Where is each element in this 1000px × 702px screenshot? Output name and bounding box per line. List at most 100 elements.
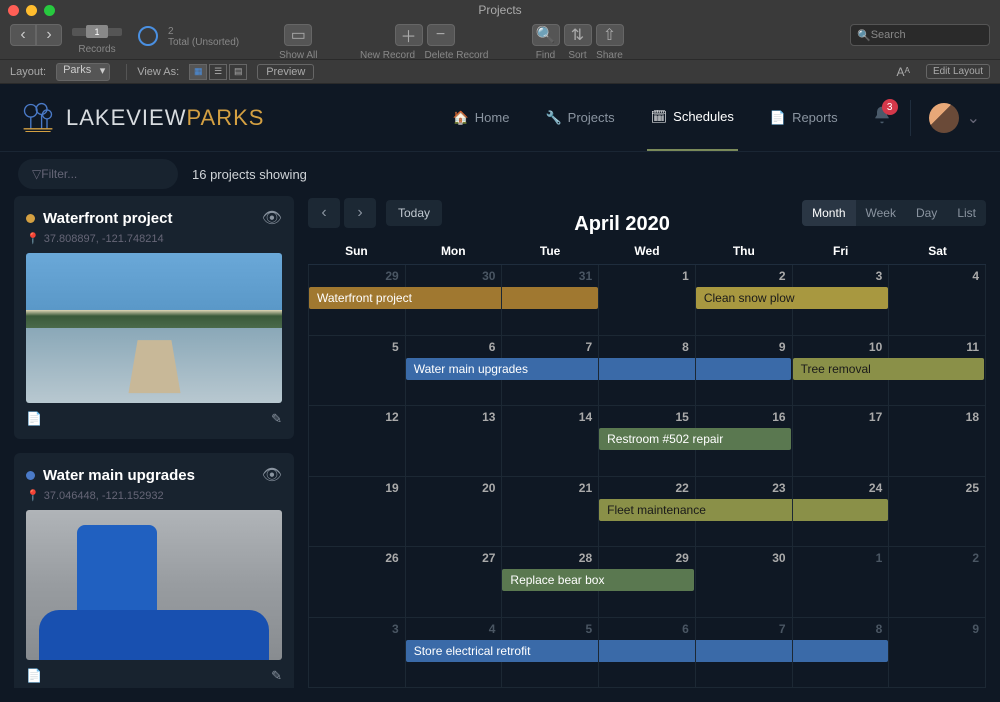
calendar-cell[interactable]: 3 xyxy=(309,618,406,689)
date-number: 30 xyxy=(772,551,785,565)
calendar-cell[interactable]: 6Water main upgrades xyxy=(406,336,503,407)
calendar-cell[interactable]: 5 xyxy=(309,336,406,407)
calendar-cell[interactable]: 22Fleet maintenance xyxy=(599,477,696,548)
calendar-cell[interactable]: 1 xyxy=(793,547,890,618)
calendar-cell[interactable]: 8 xyxy=(793,618,890,689)
calendar-cell[interactable]: 29 xyxy=(599,547,696,618)
project-image xyxy=(26,510,282,660)
calendar-cell[interactable]: 9 xyxy=(889,618,986,689)
view-list-button[interactable]: ☰ xyxy=(209,64,227,80)
window-title: Projects xyxy=(478,3,521,17)
status-dot xyxy=(26,471,35,480)
filter-input[interactable]: ▽ Filter... xyxy=(18,159,178,189)
tab-reports[interactable]: 📄Reports xyxy=(766,86,842,150)
date-number: 4 xyxy=(489,622,496,636)
calendar-cell[interactable]: 1 xyxy=(599,265,696,336)
tab-projects[interactable]: 🔧Projects xyxy=(541,86,618,150)
calendar-cell[interactable]: 8 xyxy=(599,336,696,407)
nav-prev-button[interactable]: ‹ xyxy=(10,24,36,46)
notifications-button[interactable]: 3 xyxy=(872,105,892,130)
share-button[interactable]: ⇧ xyxy=(596,24,624,46)
tab-schedules[interactable]: 🗓Schedules xyxy=(647,85,738,151)
text-size-button[interactable]: Aᴬ xyxy=(897,65,910,79)
calendar-cell[interactable]: 12 xyxy=(309,406,406,477)
today-button[interactable]: Today xyxy=(386,200,442,226)
calendar-cell[interactable]: 20 xyxy=(406,477,503,548)
new-record-button[interactable]: ＋ xyxy=(395,24,423,46)
tab-home[interactable]: 🏠Home xyxy=(449,86,514,150)
preview-button[interactable]: Preview xyxy=(257,64,314,80)
calendar-cell[interactable]: 17 xyxy=(793,406,890,477)
project-card[interactable]: Water main upgrades 👁 📍37.046448, -121.1… xyxy=(14,453,294,688)
minimize-window-button[interactable] xyxy=(26,5,37,16)
document-icon[interactable]: 📄 xyxy=(26,411,42,427)
calendar-cell[interactable]: 11 xyxy=(889,336,986,407)
calendar-cell[interactable]: 30 xyxy=(406,265,503,336)
project-image xyxy=(26,253,282,403)
calendar-cell[interactable]: 28Replace bear box xyxy=(502,547,599,618)
find-button[interactable]: 🔍 xyxy=(532,24,560,46)
close-window-button[interactable] xyxy=(8,5,19,16)
calendar-cell[interactable]: 7 xyxy=(502,336,599,407)
view-month-button[interactable]: Month xyxy=(802,200,855,226)
view-as-label: View As: xyxy=(137,66,179,78)
zoom-window-button[interactable] xyxy=(44,5,55,16)
project-title: Water main upgrades xyxy=(43,467,195,484)
record-number-thumb[interactable]: 1 xyxy=(86,25,108,38)
calendar-cell[interactable]: 21 xyxy=(502,477,599,548)
layout-selector[interactable]: Parks xyxy=(56,63,110,81)
user-menu-chevron[interactable]: ⌄ xyxy=(967,108,980,128)
cal-prev-button[interactable]: ‹ xyxy=(308,198,340,228)
date-number: 17 xyxy=(869,410,882,424)
calendar-cell[interactable]: 15Restroom #502 repair xyxy=(599,406,696,477)
date-number: 5 xyxy=(392,340,399,354)
calendar-cell[interactable]: 4 xyxy=(889,265,986,336)
calendar-cell[interactable]: 13 xyxy=(406,406,503,477)
edit-icon[interactable]: ✎ xyxy=(271,668,282,684)
edit-icon[interactable]: ✎ xyxy=(271,411,282,427)
view-week-button[interactable]: Week xyxy=(856,200,906,226)
calendar-cell[interactable]: 4Store electrical retrofit xyxy=(406,618,503,689)
sort-button[interactable]: ⇅ xyxy=(564,24,592,46)
calendar-cell[interactable]: 2 xyxy=(889,547,986,618)
show-all-button[interactable]: ▭ xyxy=(284,24,312,46)
toolbar-search-input[interactable]: 🔍 Search xyxy=(850,24,990,46)
view-list-button[interactable]: List xyxy=(947,200,986,226)
date-number: 26 xyxy=(385,551,398,565)
delete-record-button[interactable]: − xyxy=(427,24,455,46)
calendar-cell[interactable]: 16 xyxy=(696,406,793,477)
document-icon[interactable]: 📄 xyxy=(26,668,42,684)
calendar-cell[interactable]: 19 xyxy=(309,477,406,548)
calendar-cell[interactable]: 24 xyxy=(793,477,890,548)
view-day-button[interactable]: Day xyxy=(906,200,947,226)
nav-next-button[interactable]: › xyxy=(36,24,62,46)
eye-icon[interactable]: 👁 xyxy=(262,208,282,228)
project-card[interactable]: Waterfront project 👁 📍37.808897, -121.74… xyxy=(14,196,294,439)
calendar-cell[interactable]: 10Tree removal xyxy=(793,336,890,407)
calendar-cell[interactable]: 25 xyxy=(889,477,986,548)
date-number: 4 xyxy=(972,269,979,283)
calendar-cell[interactable]: 7 xyxy=(696,618,793,689)
calendar-cell[interactable]: 29Waterfront project xyxy=(309,265,406,336)
calendar-cell[interactable]: 5 xyxy=(502,618,599,689)
calendar-cell[interactable]: 6 xyxy=(599,618,696,689)
calendar-cell[interactable]: 14 xyxy=(502,406,599,477)
calendar-cell[interactable]: 26 xyxy=(309,547,406,618)
calendar-cell[interactable]: 31 xyxy=(502,265,599,336)
edit-layout-button[interactable]: Edit Layout xyxy=(926,64,990,79)
view-form-button[interactable]: ▦ xyxy=(189,64,207,80)
calendar-cell[interactable]: 2Clean snow plow xyxy=(696,265,793,336)
calendar-cell[interactable]: 30 xyxy=(696,547,793,618)
date-number: 29 xyxy=(675,551,688,565)
calendar-cell[interactable]: 9 xyxy=(696,336,793,407)
view-table-button[interactable]: ▤ xyxy=(229,64,247,80)
calendar-cell[interactable]: 27 xyxy=(406,547,503,618)
calendar-cell[interactable]: 3 xyxy=(793,265,890,336)
calendar-cell[interactable]: 23 xyxy=(696,477,793,548)
record-slider[interactable]: 1 xyxy=(72,28,122,36)
user-avatar[interactable] xyxy=(929,103,959,133)
eye-icon[interactable]: 👁 xyxy=(262,465,282,485)
notification-badge: 3 xyxy=(882,99,898,115)
calendar-cell[interactable]: 18 xyxy=(889,406,986,477)
cal-next-button[interactable]: › xyxy=(344,198,376,228)
